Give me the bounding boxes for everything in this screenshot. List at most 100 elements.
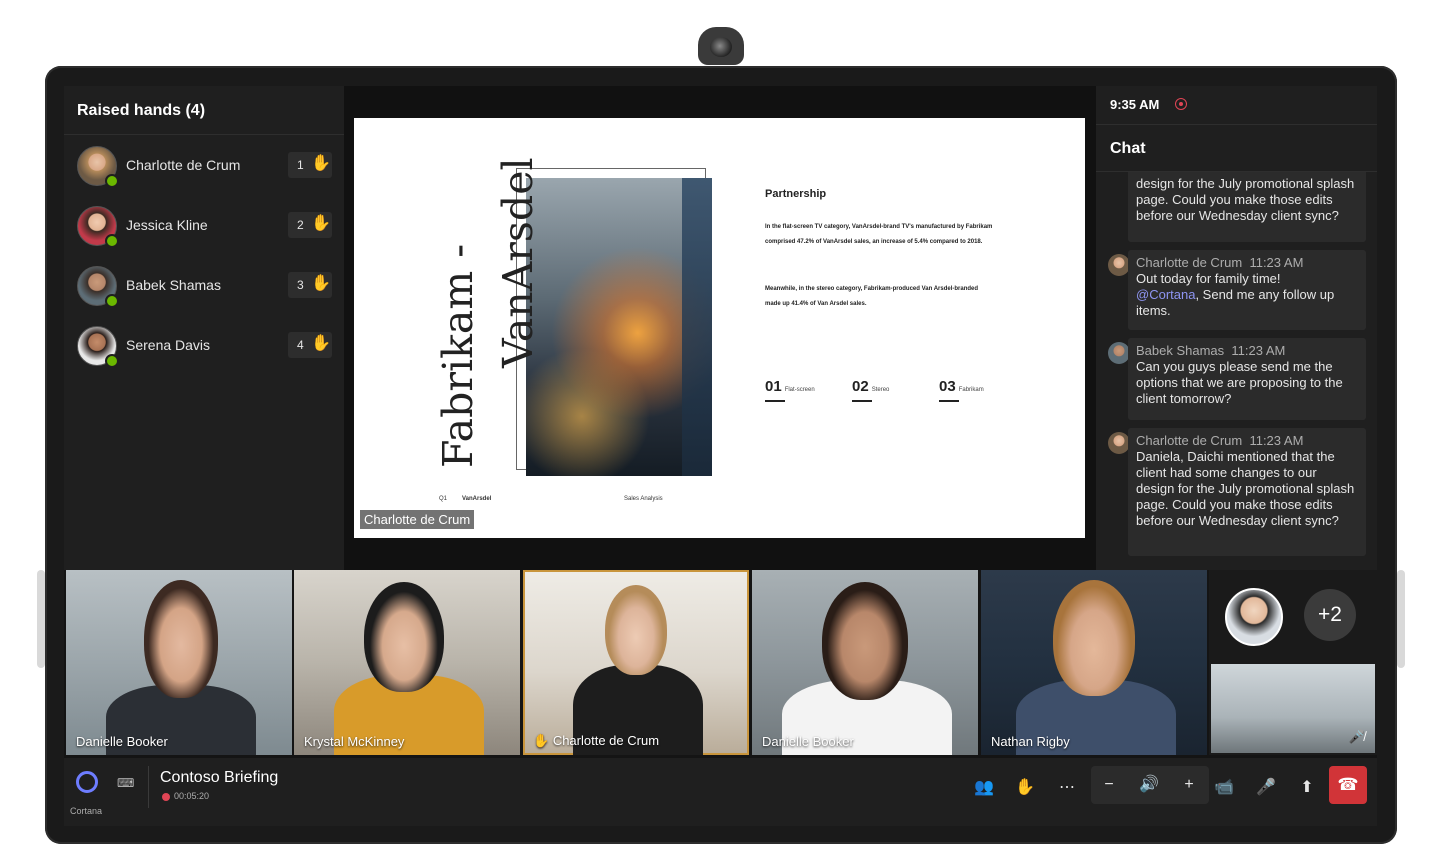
chat-sender: Charlotte de Crum	[1136, 255, 1243, 270]
speaker-icon[interactable]: 🔊	[1135, 773, 1163, 797]
raised-hand-row[interactable]: Charlotte de Crum 1 ✋	[64, 146, 344, 206]
hand-order-number: 3	[297, 278, 304, 292]
metric-number: 01	[765, 378, 782, 395]
slide-paragraph: In the flat-screen TV category, VanArsde…	[765, 224, 993, 245]
more-actions-button[interactable]: ⋯	[1053, 776, 1081, 800]
chat-message-text: Can you guys please send me the options …	[1136, 359, 1343, 406]
chat-time: 11:23 AM	[1249, 433, 1304, 448]
participant-head	[1053, 580, 1135, 696]
chat-time: 11:23 AM	[1231, 343, 1286, 358]
metric-label: Flat-screen	[784, 387, 815, 393]
raise-hand-button[interactable]: ✋	[1011, 776, 1039, 800]
slide-footer-quarter: Q1	[439, 496, 448, 502]
participant-name-tag: Danielle Booker	[762, 734, 854, 749]
video-tile[interactable]: Danielle Booker	[752, 570, 978, 755]
slide-footer-brand: VanArsdel	[462, 496, 492, 502]
chat-message[interactable]: design for the July promotional splash p…	[1128, 172, 1366, 242]
raised-hands-panel: Raised hands (4) Charlotte de Crum 1 ✋ J…	[64, 86, 344, 570]
mention-link[interactable]: @Cortana	[1136, 287, 1195, 302]
metric-underline	[852, 400, 872, 402]
volume-down-button[interactable]: −	[1095, 773, 1123, 797]
presence-available-icon	[105, 174, 119, 188]
panel-divider	[1096, 124, 1377, 125]
volume-controls: − 🔊 +	[1091, 766, 1209, 804]
participant-name: Charlotte de Crum	[126, 157, 241, 173]
overflow-participants: +2 🎤̸	[1209, 570, 1377, 755]
keyboard-icon[interactable]: ⌨	[117, 776, 134, 790]
metric-label: Fabrikam	[958, 387, 984, 393]
hand-order-badge: 2 ✋	[288, 212, 332, 238]
presence-available-icon	[105, 294, 119, 308]
chat-text-part: Out today for family time!	[1136, 271, 1281, 286]
raised-hand-row[interactable]: Babek Shamas 3 ✋	[64, 266, 344, 326]
chat-panel: 9:35 AM Chat design for the July promoti…	[1096, 86, 1377, 570]
hand-order-number: 4	[297, 338, 304, 352]
hand-order-badge: 4 ✋	[288, 332, 332, 358]
metric-label: Stereo	[871, 387, 890, 393]
recording-dot-icon	[162, 793, 170, 801]
presence-available-icon	[105, 234, 119, 248]
participant-head	[364, 582, 444, 692]
chat-message[interactable]: Charlotte de Crum 11:23 AM Out today for…	[1128, 250, 1366, 330]
raised-hand-row[interactable]: Serena Davis 4 ✋	[64, 326, 344, 386]
hand-order-number: 2	[297, 218, 304, 232]
meeting-timer: 00:05:20	[174, 791, 210, 801]
cortana-icon[interactable]	[76, 771, 98, 793]
participant-head	[144, 580, 218, 698]
raised-hand-row[interactable]: Jessica Kline 2 ✋	[64, 206, 344, 266]
raised-hand-icon: ✋	[311, 335, 331, 352]
photo-strip	[682, 178, 712, 476]
chat-message[interactable]: Babek Shamas 11:23 AM Can you guys pleas…	[1128, 338, 1366, 420]
participant-name: Serena Davis	[126, 337, 211, 353]
right-side-bump	[1397, 570, 1405, 668]
teams-meeting-screen: Raised hands (4) Charlotte de Crum 1 ✋ J…	[64, 86, 1377, 826]
video-tile-active-speaker[interactable]: ✋ Charlotte de Crum	[523, 570, 749, 755]
participant-name: Jessica Kline	[126, 217, 208, 233]
hang-up-button[interactable]: ☎	[1329, 766, 1367, 804]
metric-underline	[765, 400, 785, 402]
chat-title: Chat	[1110, 140, 1146, 157]
presentation-slide[interactable]: Fabrikam - VanArsdel Partnership In the …	[354, 118, 1085, 538]
slide-title-line1: Fabrikam -	[434, 243, 482, 468]
metric-number: 03	[939, 378, 956, 395]
video-tile[interactable]: Krystal McKinney	[294, 570, 520, 755]
share-content-button[interactable]: ⬆	[1293, 776, 1321, 800]
panel-divider	[64, 134, 344, 135]
room-video-tile[interactable]: 🎤̸	[1211, 664, 1375, 753]
participant-name-tag: Nathan Rigby	[991, 734, 1070, 749]
chat-message-text: design for the July promotional splash p…	[1136, 176, 1355, 223]
more-participants-button[interactable]: +2	[1304, 589, 1356, 641]
avatar	[1108, 254, 1130, 276]
video-tile[interactable]: Danielle Booker	[66, 570, 292, 755]
raised-hand-icon: ✋	[311, 215, 331, 232]
participant-head	[605, 585, 667, 675]
chat-message[interactable]: Charlotte de Crum 11:23 AM Daniela, Daic…	[1128, 428, 1366, 556]
left-side-bump	[37, 570, 45, 668]
meeting-control-bar: Cortana ⌨ Contoso Briefing 00:05:20 👥 ✋ …	[64, 758, 1377, 826]
camera-lens	[710, 37, 732, 57]
microphone-toggle-button[interactable]: 🎤	[1252, 776, 1280, 800]
participant-name: Babek Shamas	[126, 277, 221, 293]
raised-hand-icon: ✋	[311, 155, 331, 172]
participants-button[interactable]: 👥	[970, 776, 998, 800]
meeting-title: Contoso Briefing	[160, 769, 279, 786]
slide-footer-section: Sales Analysis	[624, 496, 663, 502]
slide-title-line2: VanArsdel	[494, 157, 542, 368]
participant-name-tag: Danielle Booker	[76, 734, 168, 749]
camera-toggle-button[interactable]: 📹	[1210, 776, 1238, 800]
chat-sender: Charlotte de Crum	[1136, 433, 1243, 448]
metric-number: 02	[852, 378, 869, 395]
avatar[interactable]	[1225, 588, 1283, 646]
mic-off-icon: 🎤̸	[1348, 729, 1365, 744]
hand-order-badge: 3 ✋	[288, 272, 332, 298]
video-tile[interactable]: Nathan Rigby	[981, 570, 1207, 755]
slide-paragraph: Meanwhile, in the stereo category, Fabri…	[765, 286, 979, 307]
chat-message-header: Babek Shamas 11:23 AM	[1136, 342, 1358, 359]
volume-up-button[interactable]: +	[1175, 773, 1203, 797]
device-camera	[698, 27, 744, 65]
clock-time: 9:35 AM	[1110, 97, 1160, 112]
participant-name: Charlotte de Crum	[552, 733, 660, 748]
chat-message-text: Daniela, Daichi mentioned that the clien…	[1136, 449, 1355, 528]
chat-message-text: Out today for family time! @Cortana, Send…	[1136, 271, 1358, 319]
raised-hands-title: Raised hands (4)	[77, 102, 206, 119]
